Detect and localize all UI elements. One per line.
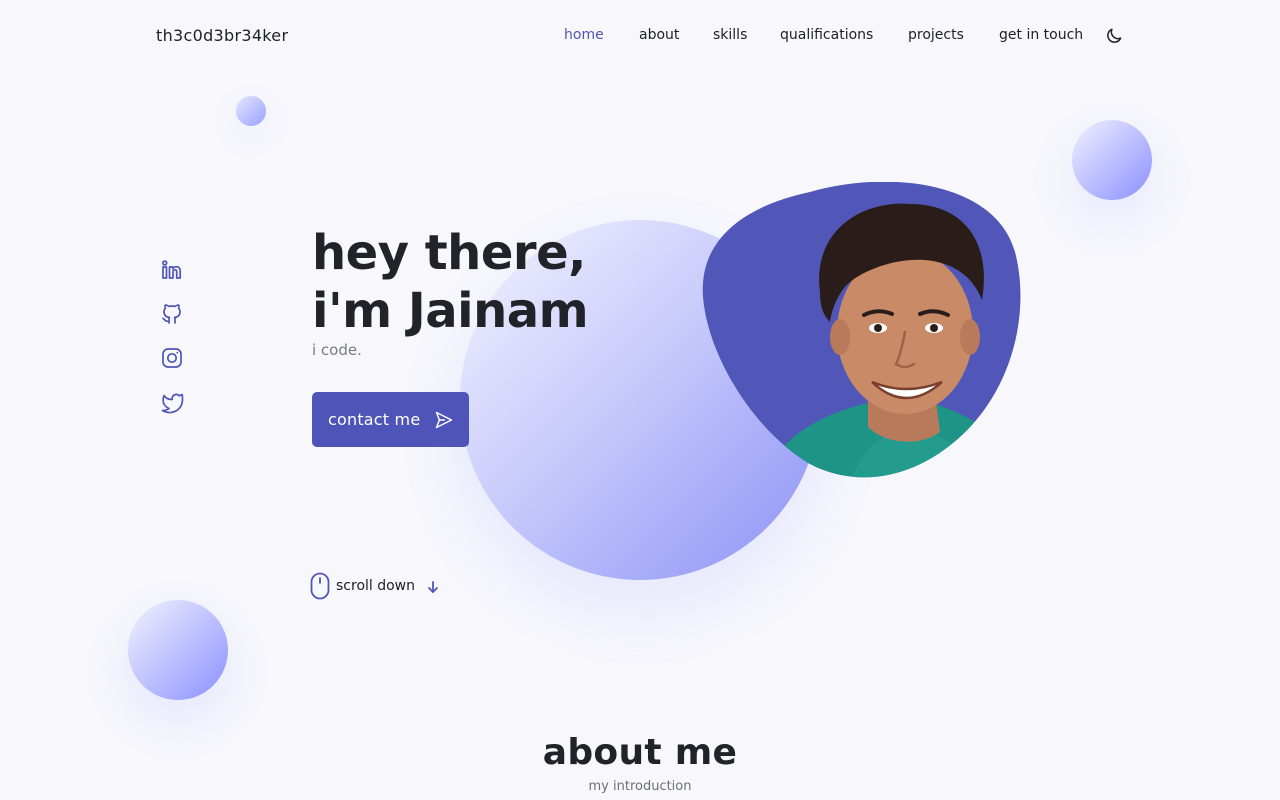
scroll-down-label: scroll down — [336, 578, 416, 594]
nav-projects[interactable]: projects — [908, 27, 964, 43]
nav-get-in-touch[interactable]: get in touch — [999, 27, 1083, 43]
moon-icon[interactable] — [1104, 26, 1124, 46]
hero-title: hey there, i'm Jainam — [312, 224, 589, 340]
hero-title-line-1: hey there, — [312, 225, 586, 281]
profile-picture — [700, 181, 1024, 484]
decorative-orb — [128, 600, 228, 700]
nav-home[interactable]: home — [564, 27, 604, 43]
section-subtitle-about: my introduction — [588, 779, 692, 794]
site-logo[interactable]: th3c0d3br34ker — [156, 26, 288, 45]
twitter-icon[interactable] — [160, 390, 184, 414]
contact-me-label: contact me — [328, 410, 421, 429]
send-icon — [435, 411, 453, 429]
nav-qualifications[interactable]: qualifications — [780, 27, 873, 43]
section-title-about: about me — [542, 732, 738, 773]
hero-subtitle: i code. — [312, 341, 362, 359]
linkedin-icon[interactable] — [160, 258, 184, 282]
instagram-icon[interactable] — [160, 346, 184, 370]
hero-title-line-2: i'm Jainam — [312, 283, 589, 339]
decorative-orb — [236, 96, 266, 126]
contact-me-button[interactable]: contact me — [312, 392, 469, 447]
decorative-orb — [1072, 120, 1152, 200]
nav-about[interactable]: about — [639, 27, 679, 43]
github-icon[interactable] — [160, 302, 184, 326]
arrow-down-icon — [428, 581, 438, 593]
mouse-icon — [310, 572, 330, 600]
nav-skills[interactable]: skills — [713, 27, 747, 43]
portfolio-page: th3c0d3br34ker home about skills qualifi… — [0, 0, 1280, 800]
